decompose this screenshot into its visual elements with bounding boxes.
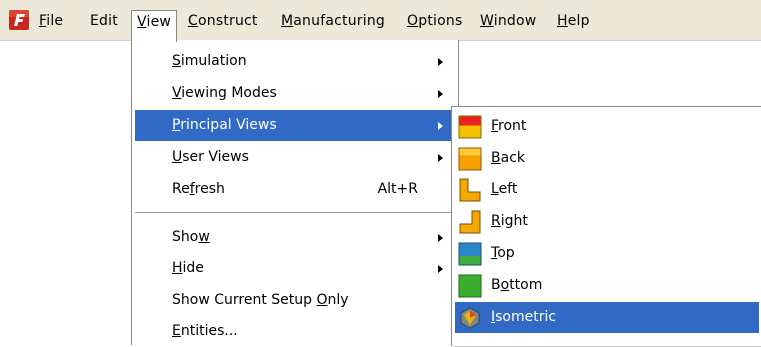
submenu-arrow-icon xyxy=(438,58,443,66)
shortcut-label: Alt+R xyxy=(377,181,418,197)
menu-manufacturing[interactable]: Manufacturing xyxy=(275,10,391,32)
submenu-item-back[interactable]: Back xyxy=(455,143,759,174)
submenu-item-right[interactable]: Right xyxy=(455,206,759,237)
menu-item-hide[interactable]: Hide xyxy=(135,253,455,284)
menu-item-show[interactable]: Show xyxy=(135,222,455,253)
submenu-item-front[interactable]: Front xyxy=(455,111,759,142)
menu-item-principal-views[interactable]: Principal Views xyxy=(135,110,455,141)
top-view-icon xyxy=(458,242,482,266)
submenu-arrow-icon xyxy=(438,122,443,130)
menu-edit[interactable]: Edit xyxy=(84,10,124,32)
app-logo-icon[interactable] xyxy=(8,9,30,31)
back-view-icon xyxy=(458,147,482,171)
menu-item-show-current-setup-only[interactable]: Show Current Setup Only xyxy=(135,285,455,316)
submenu-arrow-icon xyxy=(438,265,443,273)
submenu-item-left[interactable]: Left xyxy=(455,174,759,205)
submenu-item-bottom[interactable]: Bottom xyxy=(455,270,759,301)
menu-window[interactable]: Window xyxy=(474,10,542,32)
menu-item-entities[interactable]: Entities... xyxy=(135,316,455,347)
bottom-view-icon xyxy=(458,274,482,298)
submenu-arrow-icon xyxy=(438,154,443,162)
menu-item-simulation[interactable]: Simulation xyxy=(135,46,455,77)
isometric-view-icon xyxy=(458,306,482,330)
menu-help[interactable]: Help xyxy=(551,10,596,32)
menu-item-viewing-modes[interactable]: Viewing Modes xyxy=(135,78,455,109)
menu-options[interactable]: Options xyxy=(401,10,468,32)
right-view-icon xyxy=(458,210,482,234)
submenu-arrow-icon xyxy=(438,90,443,98)
view-dropdown-menu: Simulation Viewing Modes Principal Views… xyxy=(131,40,459,345)
left-view-icon xyxy=(458,178,482,202)
submenu-arrow-icon xyxy=(438,234,443,242)
principal-views-submenu: Front Back Left Right Top Bottom Isometr… xyxy=(451,106,761,346)
submenu-item-top[interactable]: Top xyxy=(455,238,759,269)
menu-item-refresh[interactable]: Refresh Alt+R xyxy=(135,174,455,205)
menu-view[interactable]: View xyxy=(131,10,178,42)
menu-construct[interactable]: Construct xyxy=(182,10,264,32)
menu-file[interactable]: File xyxy=(33,10,69,32)
menu-item-user-views[interactable]: User Views xyxy=(135,142,455,173)
submenu-item-isometric[interactable]: Isometric xyxy=(455,302,759,333)
front-view-icon xyxy=(458,115,482,139)
